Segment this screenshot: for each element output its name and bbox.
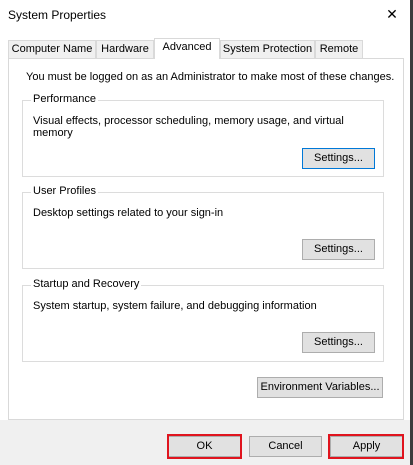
tab-computer-name[interactable]: Computer Name [8,40,96,58]
performance-group: Performance Visual effects, processor sc… [22,93,384,177]
performance-group-title: Performance [31,93,98,105]
title-bar: System Properties ✕ [0,0,413,30]
cancel-button[interactable]: Cancel [249,436,322,457]
startup-recovery-settings-button[interactable]: Settings... [302,332,375,353]
startup-recovery-group: Startup and Recovery System startup, sys… [22,278,384,362]
user-profiles-description: Desktop settings related to your sign-in [33,207,224,219]
user-profiles-settings-button[interactable]: Settings... [302,239,375,260]
user-profiles-group-title: User Profiles [31,185,98,197]
startup-recovery-description: System startup, system failure, and debu… [33,300,317,312]
window-title: System Properties [8,8,107,22]
environment-variables-button[interactable]: Environment Variables... [257,377,383,398]
tab-remote[interactable]: Remote [315,40,363,58]
tab-hardware[interactable]: Hardware [96,40,154,58]
apply-button[interactable]: Apply [330,436,403,457]
startup-recovery-group-title: Startup and Recovery [31,278,142,290]
ok-button[interactable]: OK [168,436,241,457]
user-profiles-group: User Profiles Desktop settings related t… [22,185,384,269]
performance-settings-button[interactable]: Settings... [302,148,375,169]
system-properties-dialog: System Properties ✕ Computer Name Hardwa… [0,0,413,465]
tab-system-protection[interactable]: System Protection [220,40,315,58]
close-icon[interactable]: ✕ [381,4,403,24]
tab-advanced[interactable]: Advanced [154,38,220,59]
admin-note: You must be logged on as an Administrato… [26,71,395,83]
tab-strip: Computer Name Hardware Advanced System P… [8,38,408,59]
performance-description: Visual effects, processor scheduling, me… [33,115,344,139]
